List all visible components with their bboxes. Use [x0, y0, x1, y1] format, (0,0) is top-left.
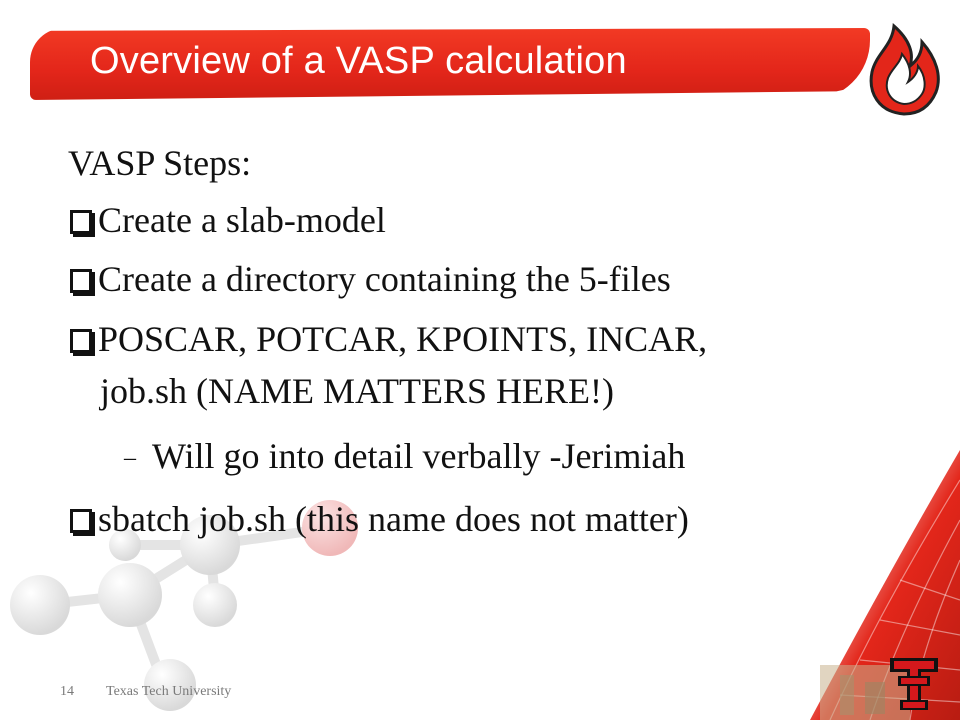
- bullet-item-continuation: job.sh (NAME MATTERS HERE!): [100, 371, 614, 411]
- bullet-item: Create a slab-model: [70, 199, 386, 241]
- checkbox-bullet-icon: [70, 210, 92, 234]
- bullet-item: Create a directory containing the 5-file…: [70, 258, 671, 300]
- bullet-item: sbatch job.sh (this name does not matter…: [70, 498, 689, 540]
- footer-organization: Texas Tech University: [106, 684, 232, 699]
- checkbox-bullet-icon: [70, 509, 92, 533]
- sub-bullet-item: – Will go into detail verbally -Jerimiah: [124, 436, 686, 476]
- page-number: 14: [60, 684, 74, 699]
- flame-logo-icon: [869, 22, 940, 116]
- double-t-logo-icon: [890, 658, 938, 710]
- dash-bullet-icon: –: [124, 445, 136, 471]
- slide: Overview of a VASP calculation VASP Step…: [0, 0, 960, 720]
- checkbox-bullet-icon: [70, 329, 92, 353]
- steps-heading: VASP Steps:: [68, 143, 252, 183]
- checkbox-bullet-icon: [70, 269, 92, 293]
- slide-title: Overview of a VASP calculation: [90, 40, 627, 82]
- bullet-item: POSCAR, POTCAR, KPOINTS, INCAR,: [70, 318, 707, 360]
